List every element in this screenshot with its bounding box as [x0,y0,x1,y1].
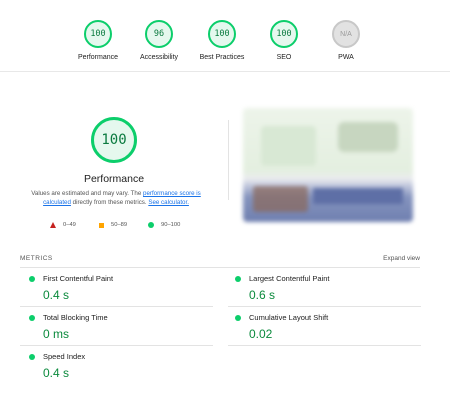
metric-total-blocking-time: Total Blocking Time 0 ms [29,313,219,343]
blk2 [338,122,398,152]
summary-divider [228,120,229,200]
pass-circle-icon [29,354,35,360]
metric-value: 0.02 [249,327,273,341]
gauge-best-practices-label: Best Practices [199,54,245,61]
legend-average: 50–89 [99,220,127,230]
blk4 [313,188,403,204]
legend-fail-range: 0–49 [63,222,76,228]
description-text-1: Values are estimated and may vary. The [31,190,143,197]
metric-value: 0.6 s [249,288,276,302]
gauge-best-practices-score: 100 [208,20,236,48]
performance-description: Values are estimated and may vary. The p… [28,189,204,207]
metric-value: 0.4 s [43,366,70,380]
pass-circle-icon [29,276,35,282]
gauge-pwa[interactable]: N/A PWA [311,20,381,61]
category-gauges-bar: 100 Performance 96 Accessibility 100 Bes… [0,0,450,72]
metric-label: First Contentful Paint [43,274,114,283]
legend-average-range: 50–89 [111,222,128,228]
metric-label: Speed Index [43,352,86,361]
metric-label: Total Blocking Time [43,313,108,322]
metrics-header: METRICS [20,255,53,262]
gauge-seo-label: SEO [276,54,292,61]
gauge-performance-score: 100 [84,20,112,48]
metric-cumulative-layout-shift: Cumulative Layout Shift 0.02 [235,313,425,343]
pass-circle-icon [235,315,241,321]
gauge-accessibility-label: Accessibility [139,54,179,61]
legend-pass-range: 90–100 [161,222,181,228]
see-calculator-link[interactable]: See calculator. [148,199,189,206]
pass-circle-icon [29,315,35,321]
pass-circle-icon [235,276,241,282]
gauge-accessibility-score: 96 [145,20,173,48]
gauge-seo[interactable]: 100 SEO [249,20,319,61]
metric-row-divider [20,306,213,307]
expand-view-toggle[interactable]: Expand view [383,255,420,262]
gauge-seo-score: 100 [270,20,298,48]
gauge-performance-label: Performance [77,54,119,61]
blk3 [253,186,308,212]
metric-row-divider [228,345,421,346]
pass-circle-icon [148,222,154,228]
gauge-accessibility[interactable]: 96 Accessibility [124,20,194,61]
legend-fail: 0–49 [50,220,76,230]
metric-speed-index: Speed Index 0.4 s [29,352,219,382]
gauge-pwa-score: N/A [332,20,360,48]
average-square-icon [99,222,104,228]
metric-largest-contentful-paint: Largest Contentful Paint 0.6 s [235,274,425,304]
metrics-divider [20,267,420,268]
gauge-performance[interactable]: 100 Performance [63,20,133,61]
fail-triangle-icon [50,222,56,228]
page-screenshot-thumbnail[interactable] [243,108,413,222]
metric-row-divider [20,345,213,346]
gauge-best-practices[interactable]: 100 Best Practices [187,20,257,61]
description-text-2: directly from these metrics. [70,199,149,206]
performance-score-gauge: 100 [91,117,137,163]
metric-label: Largest Contentful Paint [249,274,330,283]
metric-value: 0 ms [43,327,70,341]
metric-first-contentful-paint: First Contentful Paint 0.4 s [29,274,219,304]
metric-label: Cumulative Layout Shift [249,313,329,322]
metric-row-divider [228,306,421,307]
blk1 [261,126,316,166]
performance-title: Performance [83,173,145,185]
metric-value: 0.4 s [43,288,70,302]
gauge-pwa-label: PWA [338,54,354,61]
legend-pass: 90–100 [148,220,180,230]
